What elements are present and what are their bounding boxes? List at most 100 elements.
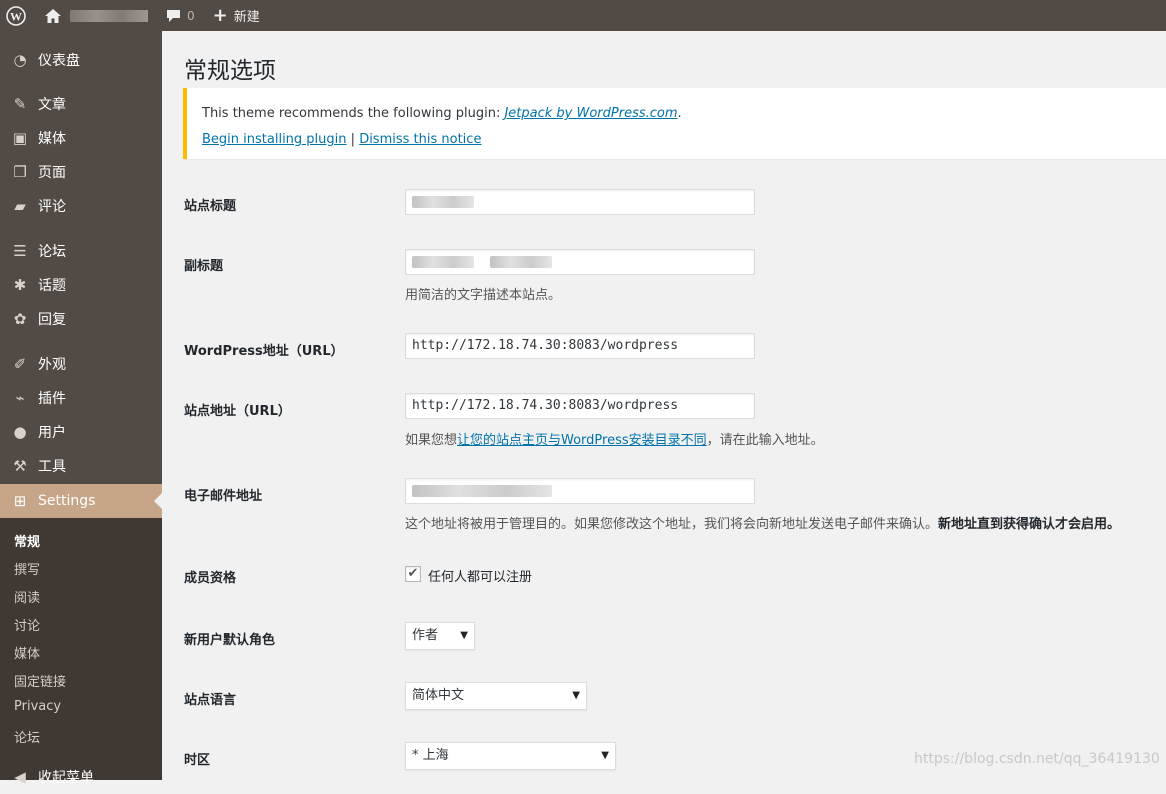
menu-pages[interactable]: ❐ 页面 [0, 155, 162, 189]
email-desc-text: 这个地址将被用于管理目的。如果您修改这个地址，我们将会向新地址发送电子邮件来确认… [405, 517, 939, 532]
submenu-discussion[interactable]: 讨论 [14, 615, 40, 634]
membership-checkbox-label[interactable]: 任何人都可以注册 [428, 566, 532, 585]
site-name-link[interactable] [70, 9, 148, 22]
menu-label: 插件 [38, 391, 66, 407]
menu-label: 文章 [38, 97, 66, 113]
default-role-select[interactable]: 作者 ▼ [405, 622, 475, 650]
current-menu-arrow [154, 493, 162, 509]
menu-media[interactable]: ▣ 媒体 [0, 121, 162, 155]
menu-tools[interactable]: ⚒ 工具 [0, 449, 162, 483]
submenu-privacy[interactable]: Privacy [14, 699, 61, 714]
notice-actions: Begin installing plugin | Dismiss this n… [202, 132, 481, 147]
collapse-label: 收起菜单 [38, 770, 94, 786]
page-title: 常规选项 [184, 58, 276, 84]
menu-label: 页面 [38, 165, 66, 181]
begin-installing-link[interactable]: Begin installing plugin [202, 132, 347, 147]
appearance-icon: ✐ [13, 355, 27, 373]
comments-link[interactable]: 0 [166, 0, 195, 31]
menu-label: 外观 [38, 357, 66, 373]
timezone-value: * 上海 [412, 748, 449, 763]
wrench-icon: ⚒ [13, 457, 27, 475]
timezone-select[interactable]: * 上海 ▼ [405, 742, 616, 770]
menu-label: Settings [38, 493, 96, 509]
default-role-label: 新用户默认角色 [184, 633, 276, 648]
comment-bubble-icon [167, 10, 180, 22]
site-language-label: 站点语言 [184, 693, 237, 708]
new-label: 新建 [233, 10, 260, 25]
watermark-text: https://blog.csdn.net/qq_36419130 [914, 751, 1160, 767]
site-url-input[interactable]: http://172.18.74.30:8083/wordpress [405, 393, 755, 419]
main-content: 常规选项 This theme recommends the following… [162, 31, 1166, 777]
submenu-writing[interactable]: 撰写 [14, 559, 40, 578]
menu-plugins[interactable]: ⌁ 插件 [0, 381, 162, 415]
wp-url-label: WordPress地址（URL） [184, 344, 344, 359]
dropdown-arrow-icon: ▼ [601, 750, 609, 761]
site-language-value: 简体中文 [412, 688, 465, 703]
site-url-label: 站点地址（URL） [184, 404, 291, 419]
menu-comments[interactable]: ▰ 评论 [0, 189, 162, 223]
comment-count: 0 [187, 8, 195, 23]
topic-icon: ✱ [13, 276, 27, 294]
media-icon: ▣ [12, 129, 28, 147]
tagline-label: 副标题 [184, 259, 224, 274]
plugin-icon: ⌁ [15, 389, 25, 407]
membership-label: 成员资格 [184, 571, 237, 586]
home-icon[interactable] [44, 0, 62, 31]
menu-forums[interactable]: ☰ 论坛 [0, 234, 162, 268]
menu-settings[interactable]: ⊞ Settings [0, 484, 162, 518]
site-title-label: 站点标题 [184, 199, 237, 214]
settings-icon: ⊞ [13, 492, 27, 510]
user-icon: ● [13, 423, 27, 441]
collapse-menu-button[interactable]: ◀ 收起菜单 [0, 760, 162, 794]
forum-icon: ☰ [13, 242, 27, 260]
redacted-value [412, 255, 474, 268]
submenu-forums[interactable]: 论坛 [14, 727, 40, 746]
menu-appearance[interactable]: ✐ 外观 [0, 347, 162, 381]
redacted-value [489, 255, 552, 268]
dashboard-icon: ◔ [13, 51, 27, 69]
admin-sidebar: ◔ 仪表盘 ✎ 文章 ▣ 媒体 ❐ 页面 ▰ 评论 ☰ 论坛 ✱ 话题 ✿ 回复… [0, 31, 162, 786]
menu-users[interactable]: ● 用户 [0, 415, 162, 449]
redacted-value [412, 484, 552, 497]
menu-label: 工具 [38, 459, 66, 475]
menu-label: 评论 [38, 199, 66, 215]
site-url-desc-pre: 如果您想 [405, 433, 458, 448]
page-icon: ❐ [13, 163, 27, 181]
email-input[interactable] [405, 478, 755, 504]
settings-submenu: 常规 撰写 阅读 讨论 媒体 固定链接 Privacy 论坛 [0, 518, 162, 780]
menu-label: 仪表盘 [38, 53, 80, 69]
menu-posts[interactable]: ✎ 文章 [0, 87, 162, 121]
submenu-permalinks[interactable]: 固定链接 [14, 671, 66, 690]
tagline-input[interactable] [405, 249, 755, 275]
reply-icon: ✿ [13, 310, 27, 328]
membership-checkbox[interactable]: ✔ [405, 566, 421, 582]
site-url-description: 如果您想让您的站点主页与WordPress安装目录不同，请在此输入地址。 [405, 429, 824, 448]
submenu-general[interactable]: 常规 [14, 531, 40, 550]
email-description: 这个地址将被用于管理目的。如果您修改这个地址，我们将会向新地址发送电子邮件来确认… [405, 513, 1120, 532]
dropdown-arrow-icon: ▼ [572, 690, 580, 701]
new-content-button[interactable]: + 新建 [213, 0, 260, 31]
menu-label: 回复 [38, 312, 66, 328]
menu-topics[interactable]: ✱ 话题 [0, 268, 162, 302]
admin-bar: W 0 + 新建 [0, 0, 1166, 31]
site-title-input[interactable] [405, 189, 755, 215]
redacted-value [412, 195, 474, 208]
email-label: 电子邮件地址 [184, 489, 263, 504]
site-url-help-link[interactable]: 让您的站点主页与WordPress安装目录不同 [457, 433, 707, 448]
wordpress-logo-icon[interactable]: W [0, 0, 32, 31]
notice-message: This theme recommends the following plug… [202, 106, 682, 121]
menu-label: 话题 [38, 278, 66, 294]
jetpack-link[interactable]: Jetpack by WordPress.com [504, 106, 677, 121]
collapse-icon: ◀ [14, 768, 26, 786]
notice-text: This theme recommends the following plug… [202, 106, 505, 121]
dismiss-notice-link[interactable]: Dismiss this notice [359, 132, 481, 147]
menu-dashboard[interactable]: ◔ 仪表盘 [0, 43, 162, 77]
site-language-select[interactable]: 简体中文 ▼ [405, 682, 587, 710]
dropdown-arrow-icon: ▼ [460, 630, 468, 641]
submenu-media[interactable]: 媒体 [14, 643, 40, 662]
menu-replies[interactable]: ✿ 回复 [0, 302, 162, 336]
submenu-reading[interactable]: 阅读 [14, 587, 40, 606]
menu-label: 媒体 [38, 131, 66, 147]
wp-url-input[interactable]: http://172.18.74.30:8083/wordpress [405, 333, 755, 359]
site-url-desc-post: ，请在此输入地址。 [706, 433, 824, 448]
